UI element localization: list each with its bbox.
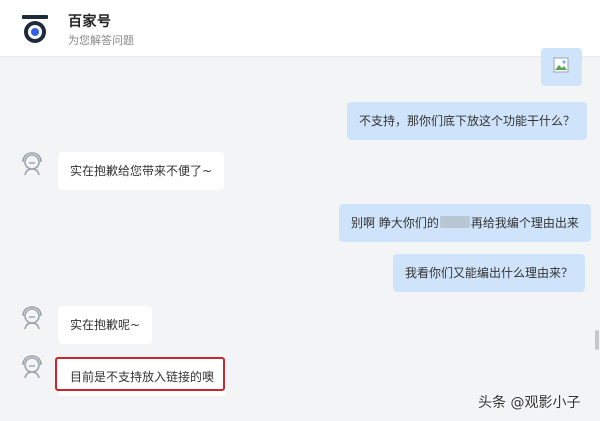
bot-avatar-icon (22, 152, 42, 176)
scrollbar-thumb[interactable] (595, 330, 599, 350)
chat-subtitle: 为您解答问题 (68, 34, 134, 47)
bot-avatar-icon (22, 355, 42, 379)
scrollbar-track[interactable] (594, 58, 600, 421)
message-text: 别啊 睁大你们的 (351, 216, 439, 230)
user-message: 我看你们又能编出什么理由来？ (393, 254, 586, 292)
message-text: 实在抱歉给您带来不便了~ (70, 164, 213, 178)
message-text: 不支持，那你们底下放这个功能干什么？ (359, 114, 576, 128)
redacted-text-block (439, 216, 470, 228)
bot-message: 实在抱歉呢~ (58, 306, 153, 344)
message-text: 目前是不支持放入链接的噢 (70, 370, 215, 384)
chat-title: 百家号 (68, 14, 112, 30)
user-message: 别啊 睁大你们的 再给我编个理由出来 (339, 204, 591, 242)
message-text: 实在抱歉呢~ (70, 318, 141, 332)
user-message: 不支持，那你们底下放这个功能干什么？ (347, 102, 588, 140)
bot-message: 实在抱歉给您带来不便了~ (58, 152, 225, 190)
broken-image-icon (553, 57, 569, 73)
chat-header: 百家号 为您解答问题 (0, 0, 600, 57)
watermark: 头条 @观影小子 (478, 395, 581, 411)
chat-window: 百家号 为您解答问题 不支持，那你们底下放这个功能干什么？ 实在抱歉给您带来不便… (0, 0, 600, 421)
bot-avatar-icon (22, 306, 42, 330)
baijiahao-logo-icon (22, 15, 48, 43)
message-text: 再给我编个理由出来 (470, 216, 579, 230)
message-text: 我看你们又能编出什么理由来？ (405, 266, 574, 280)
bot-message: 目前是不支持放入链接的噢 (58, 358, 227, 396)
